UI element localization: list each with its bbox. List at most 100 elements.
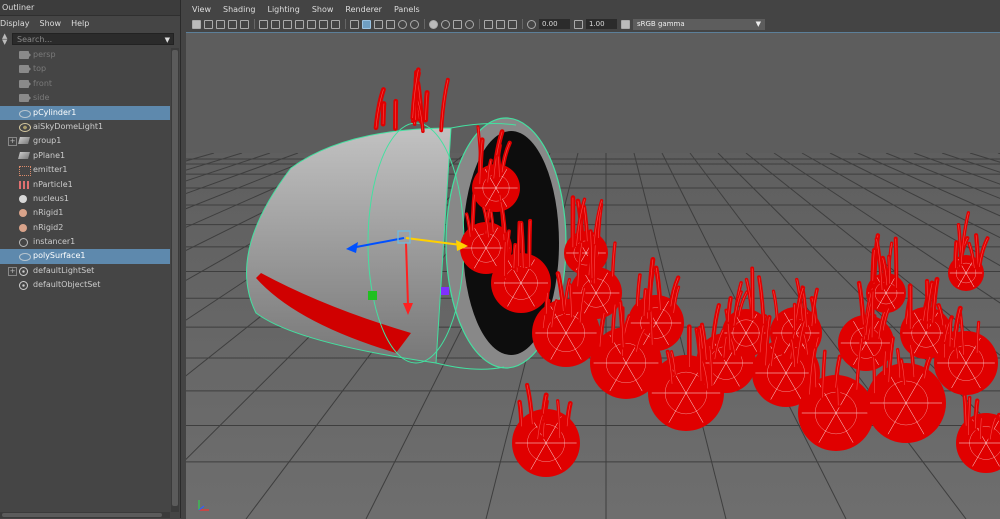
- outliner-item-defaultlightset[interactable]: + defaultLightSet: [0, 264, 170, 278]
- scrollbar-thumb[interactable]: [2, 513, 162, 517]
- outliner-menu-display[interactable]: Display: [0, 16, 30, 31]
- bookmark-icon[interactable]: [216, 20, 225, 29]
- scrollbar-thumb[interactable]: [172, 50, 178, 506]
- outliner-item-label: nParticle1: [33, 178, 73, 192]
- outliner-item-label: emitter1: [33, 163, 68, 177]
- gate-mask-icon[interactable]: [295, 20, 304, 29]
- outliner-item-front[interactable]: front: [0, 77, 170, 91]
- outliner-item-persp[interactable]: persp: [0, 48, 170, 62]
- outliner-item-label: nucleus1: [33, 192, 69, 206]
- resolution-gate-icon[interactable]: [283, 20, 292, 29]
- xray-joints-icon[interactable]: [508, 20, 517, 29]
- skydome-light-icon: [19, 123, 31, 132]
- gamma-field[interactable]: 1.00: [586, 19, 617, 29]
- outliner-menu-show[interactable]: Show: [40, 16, 62, 31]
- outliner-item-aiskydomelight1[interactable]: aiSkyDomeLight1: [0, 120, 170, 134]
- grease-pencil-icon[interactable]: [240, 20, 249, 29]
- expand-icon[interactable]: +: [8, 267, 17, 276]
- exposure-icon[interactable]: [527, 20, 536, 29]
- color-space-dropdown[interactable]: sRGB gamma ▼: [633, 19, 765, 30]
- camera-icon: [19, 65, 29, 73]
- outliner-tree: persptopfrontsidepCylinder1aiSkyDomeLigh…: [0, 48, 170, 293]
- outliner-item-emitter1[interactable]: emitter1: [0, 163, 170, 177]
- textured-icon[interactable]: [386, 20, 395, 29]
- outliner-item-pcylinder1[interactable]: pCylinder1: [0, 106, 170, 120]
- outliner-item-top[interactable]: top: [0, 62, 170, 76]
- exposure-field[interactable]: 0.00: [539, 19, 570, 29]
- viewport-menubar: View Shading Lighting Show Renderer Pane…: [186, 3, 426, 17]
- mesh-icon: [19, 253, 31, 261]
- set-icon: [19, 267, 28, 276]
- outliner-item-pplane1[interactable]: pPlane1: [0, 149, 170, 163]
- 3d-viewport[interactable]: [186, 32, 1000, 519]
- film-gate-icon[interactable]: [271, 20, 280, 29]
- view-axis-gizmo: [196, 497, 212, 513]
- color-management-icon[interactable]: [621, 20, 630, 29]
- outliner-item-side[interactable]: side: [0, 91, 170, 105]
- viewport-scene[interactable]: [186, 33, 1000, 519]
- use-all-lights-icon[interactable]: [398, 20, 407, 29]
- outliner-item-label: nRigid1: [33, 206, 63, 220]
- viewport-menu-panels[interactable]: Panels: [388, 3, 426, 17]
- anti-aliasing-icon[interactable]: [453, 20, 462, 29]
- outliner-item-instancer1[interactable]: instancer1: [0, 235, 170, 249]
- outliner-item-label: persp: [33, 48, 56, 62]
- outliner-vertical-scrollbar[interactable]: [171, 48, 179, 512]
- outliner-item-label: defaultLightSet: [33, 264, 94, 278]
- field-chart-icon[interactable]: [307, 20, 316, 29]
- camera-attributes-icon[interactable]: [204, 20, 213, 29]
- outliner-search-input[interactable]: Search... ▼: [12, 33, 174, 45]
- outliner-item-label: aiSkyDomeLight1: [33, 120, 103, 134]
- camera-icon: [19, 80, 29, 88]
- outliner-item-nparticle1[interactable]: nParticle1: [0, 178, 170, 192]
- outliner-item-nrigid1[interactable]: nRigid1: [0, 206, 170, 220]
- isolate-select-icon[interactable]: [484, 20, 493, 29]
- outliner-item-label: defaultObjectSet: [33, 278, 100, 292]
- viewport-menu-show[interactable]: Show: [306, 3, 340, 17]
- outliner-item-nucleus1[interactable]: nucleus1: [0, 192, 170, 206]
- viewport-menu-view[interactable]: View: [186, 3, 217, 17]
- outliner-menu-help[interactable]: Help: [71, 16, 89, 31]
- emitter-icon: [19, 166, 31, 176]
- sort-arrows-icon[interactable]: ▲▼: [2, 33, 10, 45]
- smooth-shade-icon[interactable]: [362, 20, 371, 29]
- search-dropdown-icon[interactable]: ▼: [165, 34, 170, 46]
- camera-icon: [19, 94, 29, 102]
- depth-of-field-icon[interactable]: [465, 20, 474, 29]
- ambient-occlusion-icon[interactable]: [429, 20, 438, 29]
- outliner-item-polysurface1[interactable]: polySurface1: [0, 249, 170, 263]
- expand-icon[interactable]: +: [8, 137, 17, 146]
- nrigid-icon: [19, 209, 27, 217]
- mesh-icon: [19, 110, 31, 118]
- select-camera-icon[interactable]: [192, 20, 201, 29]
- viewport-menu-shading[interactable]: Shading: [217, 3, 262, 17]
- motion-blur-icon[interactable]: [441, 20, 450, 29]
- viewport-menu-lighting[interactable]: Lighting: [261, 3, 305, 17]
- wireframe-on-shaded-icon[interactable]: [374, 20, 383, 29]
- outliner-item-group1[interactable]: + group1: [0, 134, 170, 148]
- wireframe-icon[interactable]: [350, 20, 359, 29]
- image-plane-icon[interactable]: [228, 20, 237, 29]
- outliner-menubar: Display Show Help: [0, 16, 180, 31]
- outliner-item-label: instancer1: [33, 235, 75, 249]
- outliner-item-defaultobjectset[interactable]: defaultObjectSet: [0, 278, 170, 292]
- safe-action-icon[interactable]: [319, 20, 328, 29]
- safe-title-icon[interactable]: [331, 20, 340, 29]
- outliner-item-label: group1: [33, 134, 61, 148]
- viewport-menu-renderer[interactable]: Renderer: [339, 3, 388, 17]
- shadows-icon[interactable]: [410, 20, 419, 29]
- gamma-icon[interactable]: [574, 20, 583, 29]
- instancer-icon: [19, 238, 28, 247]
- grid-icon[interactable]: [259, 20, 268, 29]
- viewport-panel: View Shading Lighting Show Renderer Pane…: [186, 0, 1000, 518]
- outliner-horizontal-scrollbar[interactable]: [0, 512, 170, 518]
- chevron-down-icon: ▼: [756, 19, 761, 30]
- outliner-item-label: pCylinder1: [33, 106, 76, 120]
- set-icon: [19, 281, 28, 290]
- outliner-item-label: pPlane1: [33, 149, 65, 163]
- outliner-panel: Outliner Display Show Help ▲▼ Search... …: [0, 0, 181, 518]
- outliner-title: Outliner: [0, 0, 180, 16]
- xray-icon[interactable]: [496, 20, 505, 29]
- color-space-label: sRGB gamma: [637, 20, 685, 28]
- outliner-item-nrigid2[interactable]: nRigid2: [0, 221, 170, 235]
